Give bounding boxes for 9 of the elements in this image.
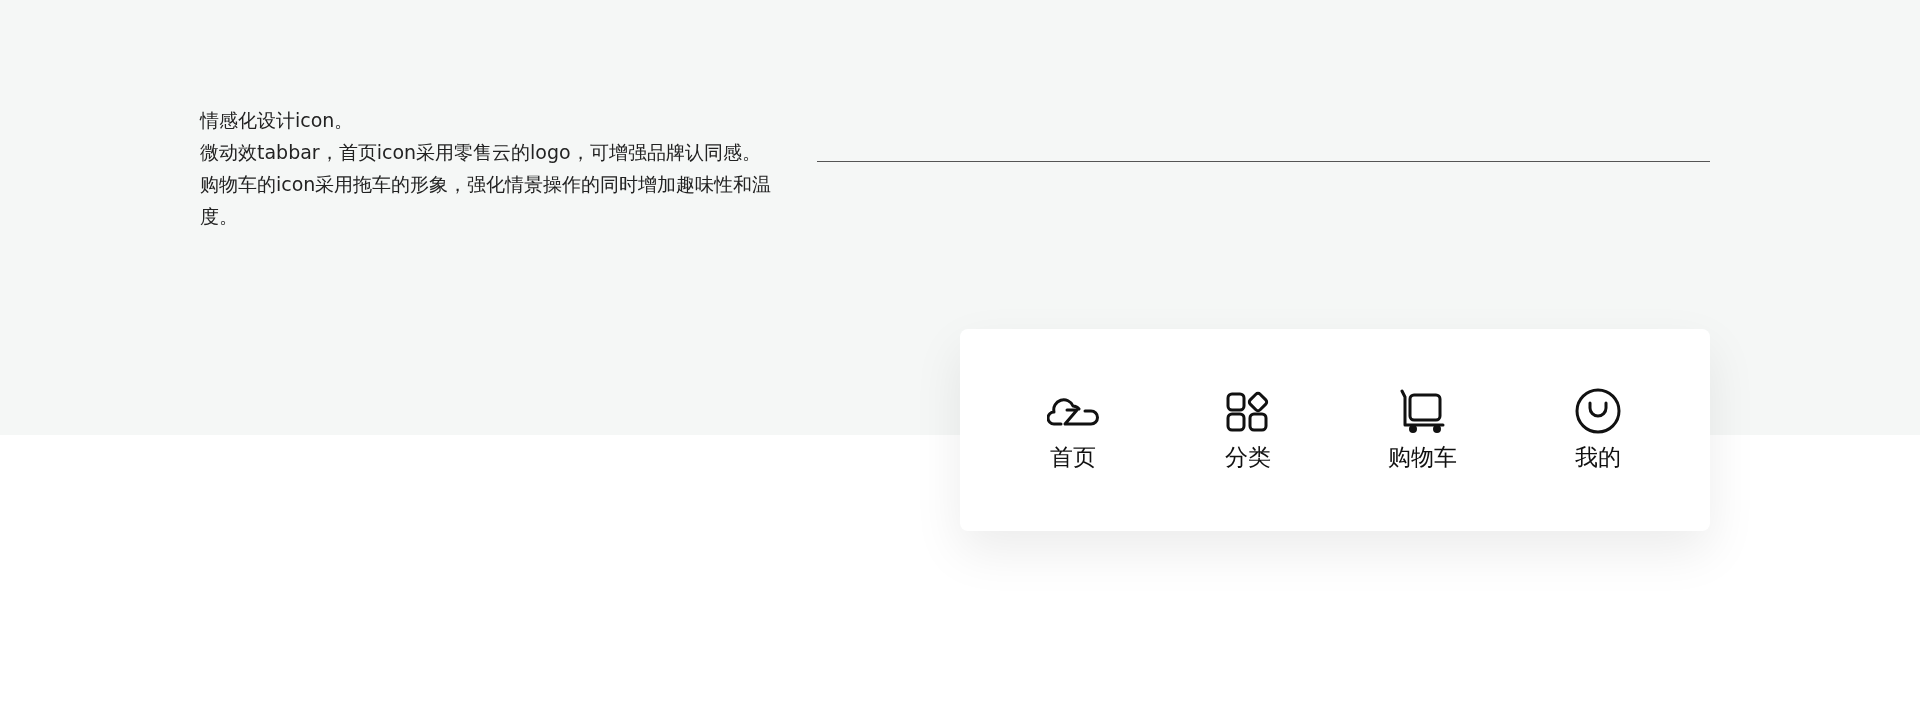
smile-icon [1574, 387, 1621, 434]
tab-item[interactable]: 购物车 [1335, 387, 1510, 473]
description-text: 购物车的icon采用拖车的形象，强化情景操作的同时增加趣味性和温度。 [200, 172, 773, 229]
description-text: 微动效tabbar，首页icon采用零售云的logo，可增强品牌认同感。 [200, 140, 762, 165]
tab-item[interactable]: 分类 [1160, 387, 1335, 473]
trolley-icon [1399, 387, 1446, 434]
tab-item[interactable]: 我的 [1510, 387, 1685, 473]
description-text: 情感化设计icon。 [200, 108, 355, 133]
tab-item[interactable]: 首页 [985, 387, 1160, 473]
